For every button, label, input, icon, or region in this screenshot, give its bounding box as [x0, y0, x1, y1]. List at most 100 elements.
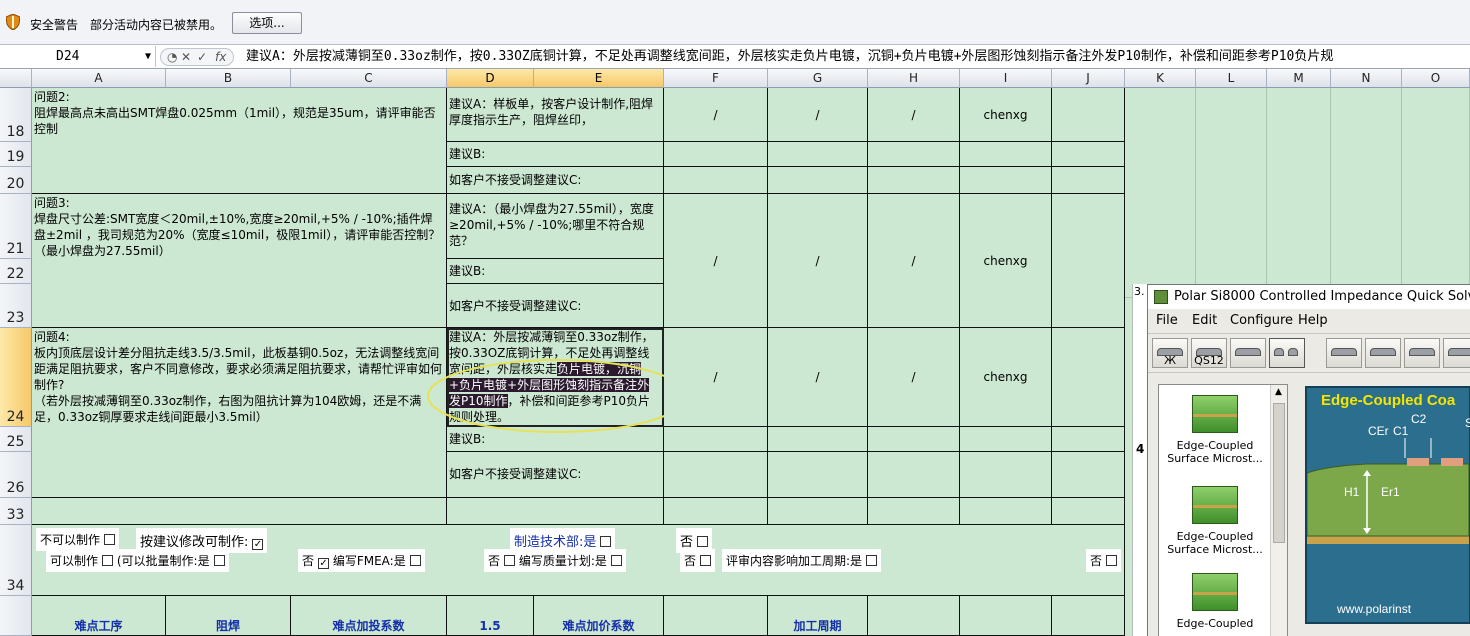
column-header-k[interactable]: K: [1125, 69, 1196, 88]
structure-button-6[interactable]: [1365, 338, 1401, 368]
cell-f24[interactable]: /: [664, 328, 768, 427]
suggestion-c-cell[interactable]: 如客户不接受调整建议C:: [447, 284, 664, 328]
row-header-25[interactable]: 25: [0, 427, 32, 452]
structure-item-2[interactable]: Edge-Coupled Surface Microst...: [1163, 486, 1267, 556]
cell-h26[interactable]: [868, 452, 960, 498]
cell-g33[interactable]: [768, 498, 868, 525]
solder-mask-cell[interactable]: 阻焊: [166, 596, 291, 636]
row-header-26[interactable]: 26: [0, 452, 32, 498]
coef-value-cell[interactable]: 1.5: [447, 596, 534, 636]
cell-g18-top[interactable]: /: [768, 88, 868, 142]
row-header-22[interactable]: 22: [0, 259, 32, 284]
row-header-33[interactable]: 33: [0, 498, 32, 525]
structure-button-3[interactable]: [1230, 338, 1266, 368]
structure-button-7[interactable]: [1404, 338, 1440, 368]
suggestion-b-cell[interactable]: 建议B:: [447, 142, 664, 167]
cell-i21[interactable]: chenxg: [960, 194, 1052, 328]
structure-button-8[interactable]: [1443, 338, 1470, 368]
scrollbar-thumb[interactable]: [1273, 403, 1285, 543]
row-header-18[interactable]: 18: [0, 88, 32, 142]
column-header-l[interactable]: L: [1196, 69, 1267, 88]
scroll-up-icon[interactable]: ▲: [1275, 387, 1282, 397]
fmea-yes-checkbox[interactable]: [409, 555, 421, 566]
cell-j25[interactable]: [1052, 427, 1125, 452]
quality-no-checkbox[interactable]: [700, 555, 712, 566]
question-4-cell[interactable]: 问题4: 板内顶底层设计差分阻抗走线3.5/3.5mil，此板基铜0.5oz，无…: [32, 328, 447, 498]
cell-j33[interactable]: [1052, 498, 1125, 525]
cell-i19[interactable]: [960, 142, 1052, 167]
cell-j24[interactable]: [1052, 328, 1125, 427]
column-header-c[interactable]: C: [291, 69, 447, 88]
cell-g20[interactable]: [768, 167, 868, 194]
cell-h19[interactable]: [868, 142, 960, 167]
column-header-j[interactable]: J: [1052, 69, 1125, 88]
mfg-no-checkbox[interactable]: [697, 536, 709, 547]
column-header-e[interactable]: E: [534, 69, 664, 88]
empty-cell[interactable]: [1331, 88, 1402, 298]
structure-button-5[interactable]: [1326, 338, 1362, 368]
column-header-d[interactable]: D: [447, 69, 534, 88]
cell-j21[interactable]: [1052, 194, 1125, 328]
row-header-34[interactable]: 34: [0, 525, 32, 596]
name-box[interactable]: D24 ▼: [0, 46, 156, 67]
cycle-cell[interactable]: 加工周期: [768, 596, 868, 636]
fmea-no-checkbox[interactable]: [504, 555, 516, 566]
options-button[interactable]: 选项...: [232, 12, 302, 34]
cell-f25[interactable]: [664, 427, 768, 452]
confirm-icon[interactable]: ✓: [197, 49, 207, 65]
select-all-corner[interactable]: [0, 69, 32, 88]
empty-cell[interactable]: [1267, 88, 1331, 298]
menu-help[interactable]: Help: [1298, 311, 1328, 331]
structure-button-qs12[interactable]: QS12: [1191, 338, 1227, 368]
question-2-cell[interactable]: 问题2: 阻焊最高点未高出SMT焊盘0.025mm（1mil），规范是35um，…: [32, 88, 447, 194]
structure-list[interactable]: Edge-Coupled Surface Microst... Edge-Cou…: [1158, 384, 1288, 636]
mfg-yes-checkbox[interactable]: [600, 536, 612, 547]
cell-h24[interactable]: /: [868, 328, 960, 427]
menu-edit[interactable]: Edit: [1192, 311, 1217, 331]
cell-i18-top[interactable]: chenxg: [960, 88, 1052, 142]
batch-no-checkbox[interactable]: ✓: [318, 558, 330, 569]
cell-i25[interactable]: [960, 427, 1052, 452]
cell-f19[interactable]: [664, 142, 768, 167]
cell-g19[interactable]: [768, 142, 868, 167]
column-header-o[interactable]: O: [1402, 69, 1470, 88]
structure-item-3[interactable]: Edge-Coupled: [1163, 573, 1267, 630]
row-header-23[interactable]: 23: [0, 284, 32, 328]
row-header-35[interactable]: [0, 596, 32, 636]
cell-i35[interactable]: [960, 596, 1052, 636]
column-header-h[interactable]: H: [868, 69, 960, 88]
column-header-f[interactable]: F: [664, 69, 768, 88]
cell-f33[interactable]: [664, 498, 768, 525]
cell-h18-top[interactable]: /: [868, 88, 960, 142]
menu-configure[interactable]: Configure: [1230, 311, 1293, 331]
difficult-process-cell[interactable]: 难点工序: [32, 596, 166, 636]
cell-f18-top[interactable]: /: [664, 88, 768, 142]
cell-g21[interactable]: /: [768, 194, 868, 328]
menu-file[interactable]: File: [1156, 311, 1178, 331]
column-header-b[interactable]: B: [166, 69, 291, 88]
column-header-g[interactable]: G: [768, 69, 868, 88]
cell-h21[interactable]: /: [868, 194, 960, 328]
cell-j35[interactable]: [1052, 596, 1125, 636]
cell-f20[interactable]: [664, 167, 768, 194]
cell-f35[interactable]: [664, 596, 768, 636]
quality-yes-checkbox[interactable]: [610, 555, 622, 566]
suggestion-b-cell[interactable]: 建议B:: [447, 259, 664, 284]
empty-cell[interactable]: [1196, 88, 1267, 298]
row-header-24[interactable]: 24: [0, 328, 32, 427]
price-coef-cell[interactable]: 难点加价系数: [534, 596, 664, 636]
cycle-no-checkbox[interactable]: [1106, 555, 1118, 566]
structure-button-4[interactable]: [1269, 338, 1305, 368]
cell-i20[interactable]: [960, 167, 1052, 194]
cell-g25[interactable]: [768, 427, 868, 452]
cell-h33[interactable]: [868, 498, 960, 525]
row-header-21[interactable]: 21: [0, 194, 32, 259]
cell-h20[interactable]: [868, 167, 960, 194]
coef-cell[interactable]: 难点加投系数: [291, 596, 447, 636]
chevron-down-icon[interactable]: ▼: [145, 46, 151, 67]
cell-i24[interactable]: chenxg: [960, 328, 1052, 427]
cell-d33[interactable]: [447, 498, 664, 525]
cannot-make-checkbox[interactable]: [104, 534, 116, 545]
cell-f21[interactable]: /: [664, 194, 768, 328]
cancel-icon[interactable]: ✕: [181, 49, 191, 65]
